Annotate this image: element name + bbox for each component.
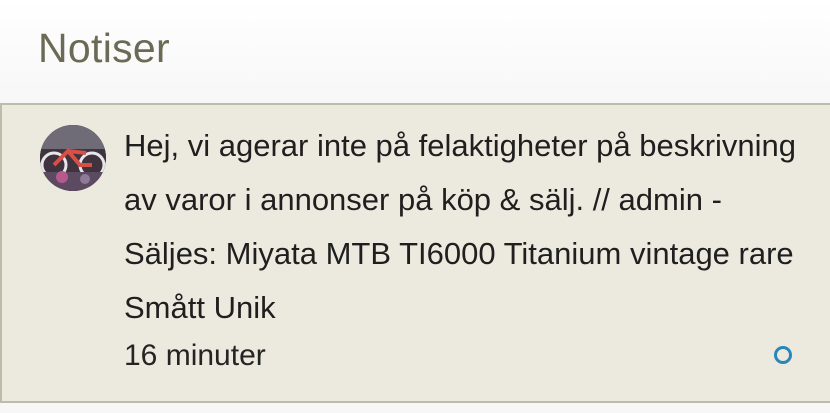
page-title: Notiser (38, 25, 170, 71)
header: Notiser (0, 0, 830, 103)
avatar (40, 125, 106, 191)
unread-circle-icon[interactable] (774, 346, 792, 364)
notifications-page: Notiser Hej, vi agerar inte på felaktigh… (0, 0, 830, 413)
user-avatar-icon (40, 125, 106, 191)
notification-item[interactable]: Hej, vi agerar inte på felaktigheter på … (0, 103, 830, 403)
list-separator (0, 403, 830, 413)
notification-message: Hej, vi agerar inte på felaktigheter på … (124, 128, 797, 325)
notification-time: 16 minuter (124, 339, 266, 372)
